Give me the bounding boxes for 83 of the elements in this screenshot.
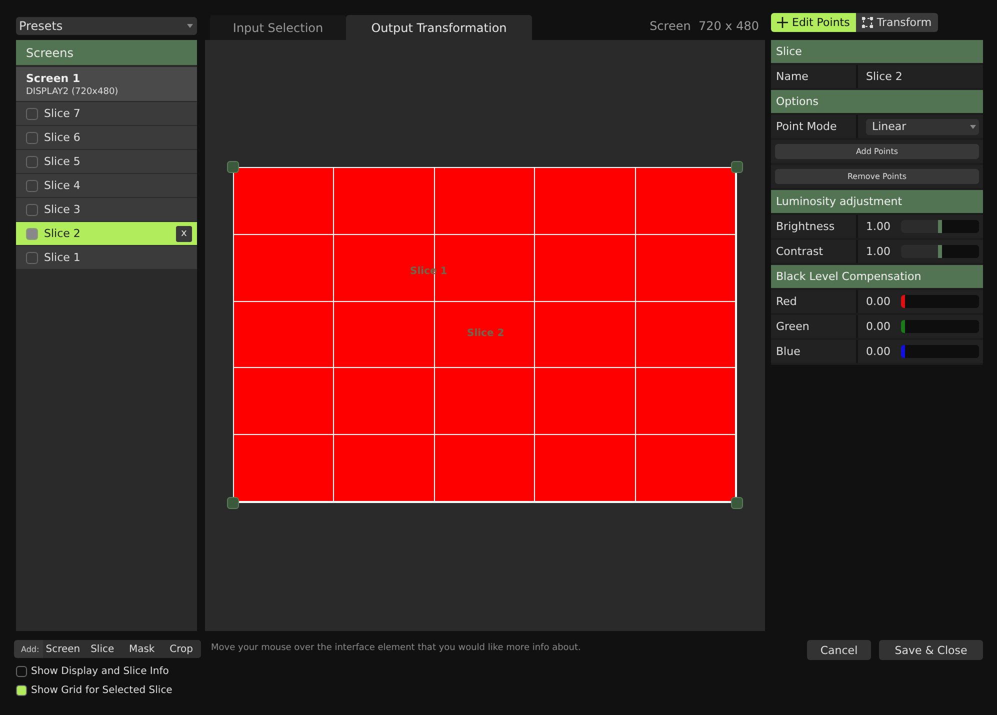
- checkbox[interactable]: [26, 156, 38, 168]
- corner-handle[interactable]: [731, 497, 743, 509]
- slice-label: Slice 2: [467, 328, 504, 339]
- add-button[interactable]: Screen: [43, 640, 83, 658]
- slider-thumb[interactable]: [938, 245, 942, 258]
- corner-handle[interactable]: [731, 161, 743, 173]
- checkbox[interactable]: [26, 108, 38, 120]
- slice-label: Slice 1: [44, 251, 80, 264]
- screen-item[interactable]: Screen 1 DISPLAY2 (720x480): [16, 67, 197, 101]
- screen-name: Screen 1: [26, 72, 82, 84]
- slider-thumb[interactable]: [938, 220, 942, 233]
- slice-label: Slice 7: [44, 107, 80, 120]
- slider-reading: 0.00: [866, 345, 892, 358]
- mode-button[interactable]: Transform: [856, 13, 938, 32]
- checkbox[interactable]: [26, 180, 38, 192]
- checkbox[interactable]: [26, 252, 38, 264]
- slider-thumb[interactable]: [901, 295, 905, 308]
- corner-handle[interactable]: [227, 161, 239, 173]
- checkbox[interactable]: [16, 666, 27, 677]
- property-label: Blue: [771, 340, 858, 363]
- checkbox[interactable]: [16, 685, 27, 696]
- display-label: DISPLAY2 (720x480): [26, 86, 120, 96]
- add-button[interactable]: Mask: [122, 640, 162, 658]
- section-header: Black Level Compensation: [771, 265, 983, 288]
- slider-thumb[interactable]: [901, 345, 905, 358]
- property-label: Green: [771, 315, 858, 338]
- transform-icon: [862, 17, 873, 28]
- property-label: Brightness: [771, 215, 858, 238]
- caret-icon: [970, 124, 976, 128]
- corner-handle[interactable]: [227, 497, 239, 509]
- action-button[interactable]: Remove Points: [775, 169, 979, 184]
- slice-label: Slice 6: [44, 131, 80, 144]
- action-button[interactable]: Save & Close: [879, 640, 983, 660]
- add-button[interactable]: Slice: [82, 640, 122, 658]
- slice-item[interactable]: Slice 5: [16, 150, 197, 173]
- action-button[interactable]: Cancel: [807, 640, 871, 660]
- slider-thumb[interactable]: [901, 320, 905, 333]
- slider-reading: 0.00: [866, 295, 892, 308]
- checkbox[interactable]: [26, 132, 38, 144]
- slice-label: Slice 4: [44, 179, 80, 192]
- slider-track[interactable]: [901, 245, 979, 258]
- mode-button[interactable]: Edit Points: [771, 13, 856, 32]
- checkbox[interactable]: [26, 228, 38, 240]
- tab[interactable]: Output Transformation: [346, 15, 532, 40]
- slice-item[interactable]: Slice 2 x: [16, 222, 197, 245]
- tab[interactable]: Input Selection: [210, 15, 346, 40]
- section-header: Luminosity adjustment: [771, 190, 983, 213]
- delete-button[interactable]: x: [176, 226, 192, 242]
- slice-label: Slice 3: [44, 203, 80, 216]
- name-value[interactable]: Slice 2: [866, 70, 902, 83]
- section-header: Slice: [771, 40, 983, 63]
- checkbox[interactable]: [26, 204, 38, 216]
- property-label: Red: [771, 290, 858, 313]
- property-label: Name: [771, 65, 858, 88]
- slider-track[interactable]: [901, 295, 979, 308]
- slice-label: Slice 2: [44, 227, 80, 240]
- slider-reading: 1.00: [866, 245, 892, 258]
- slice-item[interactable]: Slice 6: [16, 126, 197, 149]
- property-label: Point Mode: [771, 115, 858, 138]
- plus-icon: [777, 17, 788, 28]
- panel-header: Screens: [16, 40, 197, 65]
- slice-item[interactable]: Slice 4: [16, 174, 197, 197]
- slice-item[interactable]: Slice 7: [16, 102, 197, 125]
- section-header: Options: [771, 90, 983, 113]
- presets-dropdown[interactable]: Presets: [16, 17, 197, 35]
- slice-item[interactable]: Slice 1: [16, 246, 197, 269]
- add-button[interactable]: Crop: [162, 640, 201, 658]
- slider-track[interactable]: [901, 320, 979, 333]
- slider-track[interactable]: [901, 345, 979, 358]
- property-label: Contrast: [771, 240, 858, 263]
- caret-icon: [187, 24, 193, 28]
- slider-reading: 1.00: [866, 220, 892, 233]
- checkbox-label: Show Display and Slice Info: [31, 666, 169, 677]
- screen-size-label: Screen 720 x 480: [650, 19, 760, 35]
- slider-reading: 0.00: [866, 320, 892, 333]
- add-label: Add:: [20, 644, 40, 654]
- hint-text: Move your mouse over the interface element that you would like more info about.: [211, 642, 582, 653]
- slice-item[interactable]: Slice 3: [16, 198, 197, 221]
- point-mode-dropdown[interactable]: Linear: [866, 118, 979, 134]
- action-button[interactable]: Add Points: [775, 144, 979, 159]
- slice-label: Slice 5: [44, 155, 80, 168]
- checkbox-label: Show Grid for Selected Slice: [31, 685, 172, 696]
- slider-track[interactable]: [901, 220, 979, 233]
